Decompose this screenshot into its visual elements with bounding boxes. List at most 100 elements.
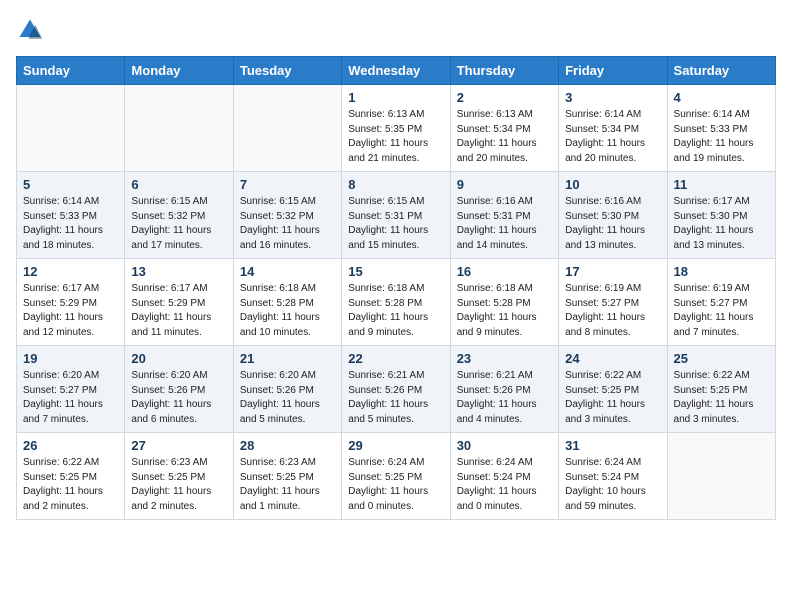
day-number: 28 xyxy=(240,438,335,453)
day-info: Sunrise: 6:16 AMSunset: 5:31 PMDaylight:… xyxy=(457,195,552,253)
day-info: Sunrise: 6:13 AMSunset: 5:34 PMDaylight:… xyxy=(457,108,552,166)
day-number: 19 xyxy=(23,351,118,366)
day-info: Sunrise: 6:24 AMSunset: 5:24 PMDaylight:… xyxy=(565,456,660,514)
day-cell: 9 Sunrise: 6:16 AMSunset: 5:31 PMDaylight… xyxy=(450,172,558,259)
day-cell: 27Sunrise: 6:23 AMSunset: 5:25 PMDayligh… xyxy=(125,433,233,520)
day-info: Sunrise: 6:14 AMSunset: 5:33 PMDaylight:… xyxy=(23,195,118,253)
day-info: Sunrise: 6:23 AMSunset: 5:25 PMDaylight:… xyxy=(131,456,226,514)
day-info: Sunrise: 6:20 AMSunset: 5:26 PMDaylight:… xyxy=(131,369,226,427)
day-info: Sunrise: 6:15 AMSunset: 5:32 PMDaylight:… xyxy=(240,195,335,253)
day-cell: 17Sunrise: 6:19 AMSunset: 5:27 PMDayligh… xyxy=(559,259,667,346)
day-info: Sunrise: 6:16 AMSunset: 5:30 PMDaylight:… xyxy=(565,195,660,253)
day-number: 14 xyxy=(240,264,335,279)
logo-icon xyxy=(16,16,44,44)
day-cell xyxy=(17,85,125,172)
day-info: Sunrise: 6:18 AMSunset: 5:28 PMDaylight:… xyxy=(457,282,552,340)
day-cell: 8 Sunrise: 6:15 AMSunset: 5:31 PMDaylight… xyxy=(342,172,450,259)
day-cell: 6 Sunrise: 6:15 AMSunset: 5:32 PMDaylight… xyxy=(125,172,233,259)
day-cell: 4 Sunrise: 6:14 AMSunset: 5:33 PMDaylight… xyxy=(667,85,775,172)
day-info: Sunrise: 6:15 AMSunset: 5:32 PMDaylight:… xyxy=(131,195,226,253)
day-cell: 12Sunrise: 6:17 AMSunset: 5:29 PMDayligh… xyxy=(17,259,125,346)
day-info: Sunrise: 6:14 AMSunset: 5:33 PMDaylight:… xyxy=(674,108,769,166)
day-info: Sunrise: 6:21 AMSunset: 5:26 PMDaylight:… xyxy=(457,369,552,427)
day-cell: 3Sunrise: 6:14 AMSunset: 5:34 PMDaylight… xyxy=(559,85,667,172)
day-number: 23 xyxy=(457,351,552,366)
day-number: 1 xyxy=(348,90,443,105)
day-number: 26 xyxy=(23,438,118,453)
day-number: 9 xyxy=(457,177,552,192)
day-info: Sunrise: 6:21 AMSunset: 5:26 PMDaylight:… xyxy=(348,369,443,427)
day-cell: 26 Sunrise: 6:22 AMSunset: 5:25 PMDayligh… xyxy=(17,433,125,520)
week-row-4: 19 Sunrise: 6:20 AMSunset: 5:27 PMDayligh… xyxy=(17,346,776,433)
day-number: 16 xyxy=(457,264,552,279)
day-info: Sunrise: 6:20 AMSunset: 5:27 PMDaylight:… xyxy=(23,369,118,427)
weekday-header-wednesday: Wednesday xyxy=(342,57,450,85)
day-number: 7 xyxy=(240,177,335,192)
day-number: 2 xyxy=(457,90,552,105)
day-cell xyxy=(233,85,341,172)
day-number: 18 xyxy=(674,264,769,279)
day-cell: 2 Sunrise: 6:13 AMSunset: 5:34 PMDaylight… xyxy=(450,85,558,172)
day-cell: 16 Sunrise: 6:18 AMSunset: 5:28 PMDayligh… xyxy=(450,259,558,346)
day-cell: 23 Sunrise: 6:21 AMSunset: 5:26 PMDayligh… xyxy=(450,346,558,433)
day-cell: 7 Sunrise: 6:15 AMSunset: 5:32 PMDaylight… xyxy=(233,172,341,259)
day-cell: 15Sunrise: 6:18 AMSunset: 5:28 PMDayligh… xyxy=(342,259,450,346)
day-cell: 1Sunrise: 6:13 AMSunset: 5:35 PMDaylight… xyxy=(342,85,450,172)
day-cell: 22 Sunrise: 6:21 AMSunset: 5:26 PMDayligh… xyxy=(342,346,450,433)
weekday-header-friday: Friday xyxy=(559,57,667,85)
day-cell: 25Sunrise: 6:22 AMSunset: 5:25 PMDayligh… xyxy=(667,346,775,433)
logo xyxy=(16,16,48,44)
day-cell: 24 Sunrise: 6:22 AMSunset: 5:25 PMDayligh… xyxy=(559,346,667,433)
day-number: 29 xyxy=(348,438,443,453)
day-info: Sunrise: 6:22 AMSunset: 5:25 PMDaylight:… xyxy=(23,456,118,514)
page-header xyxy=(16,16,776,44)
day-info: Sunrise: 6:19 AMSunset: 5:27 PMDaylight:… xyxy=(674,282,769,340)
day-number: 3 xyxy=(565,90,660,105)
weekday-header-monday: Monday xyxy=(125,57,233,85)
day-info: Sunrise: 6:18 AMSunset: 5:28 PMDaylight:… xyxy=(348,282,443,340)
day-info: Sunrise: 6:15 AMSunset: 5:31 PMDaylight:… xyxy=(348,195,443,253)
day-number: 11 xyxy=(674,177,769,192)
day-info: Sunrise: 6:19 AMSunset: 5:27 PMDaylight:… xyxy=(565,282,660,340)
day-number: 10 xyxy=(565,177,660,192)
weekday-header-tuesday: Tuesday xyxy=(233,57,341,85)
day-cell: 21Sunrise: 6:20 AMSunset: 5:26 PMDayligh… xyxy=(233,346,341,433)
day-info: Sunrise: 6:23 AMSunset: 5:25 PMDaylight:… xyxy=(240,456,335,514)
day-number: 20 xyxy=(131,351,226,366)
week-row-5: 26 Sunrise: 6:22 AMSunset: 5:25 PMDayligh… xyxy=(17,433,776,520)
day-cell: 5 Sunrise: 6:14 AMSunset: 5:33 PMDaylight… xyxy=(17,172,125,259)
day-number: 25 xyxy=(674,351,769,366)
weekday-header-row: SundayMondayTuesdayWednesdayThursdayFrid… xyxy=(17,57,776,85)
weekday-header-saturday: Saturday xyxy=(667,57,775,85)
day-cell: 31 Sunrise: 6:24 AMSunset: 5:24 PMDayligh… xyxy=(559,433,667,520)
day-number: 31 xyxy=(565,438,660,453)
day-cell: 14 Sunrise: 6:18 AMSunset: 5:28 PMDayligh… xyxy=(233,259,341,346)
day-info: Sunrise: 6:22 AMSunset: 5:25 PMDaylight:… xyxy=(565,369,660,427)
day-cell: 19 Sunrise: 6:20 AMSunset: 5:27 PMDayligh… xyxy=(17,346,125,433)
day-number: 30 xyxy=(457,438,552,453)
day-cell: 11 Sunrise: 6:17 AMSunset: 5:30 PMDayligh… xyxy=(667,172,775,259)
day-number: 5 xyxy=(23,177,118,192)
day-info: Sunrise: 6:24 AMSunset: 5:24 PMDaylight:… xyxy=(457,456,552,514)
day-cell: 13Sunrise: 6:17 AMSunset: 5:29 PMDayligh… xyxy=(125,259,233,346)
day-cell xyxy=(125,85,233,172)
day-number: 8 xyxy=(348,177,443,192)
day-cell: 28 Sunrise: 6:23 AMSunset: 5:25 PMDayligh… xyxy=(233,433,341,520)
day-cell: 10 Sunrise: 6:16 AMSunset: 5:30 PMDayligh… xyxy=(559,172,667,259)
day-info: Sunrise: 6:18 AMSunset: 5:28 PMDaylight:… xyxy=(240,282,335,340)
day-number: 24 xyxy=(565,351,660,366)
calendar-table: SundayMondayTuesdayWednesdayThursdayFrid… xyxy=(16,56,776,520)
day-info: Sunrise: 6:17 AMSunset: 5:30 PMDaylight:… xyxy=(674,195,769,253)
week-row-3: 12Sunrise: 6:17 AMSunset: 5:29 PMDayligh… xyxy=(17,259,776,346)
day-number: 4 xyxy=(674,90,769,105)
week-row-2: 5 Sunrise: 6:14 AMSunset: 5:33 PMDaylight… xyxy=(17,172,776,259)
day-number: 22 xyxy=(348,351,443,366)
day-cell: 20 Sunrise: 6:20 AMSunset: 5:26 PMDayligh… xyxy=(125,346,233,433)
day-info: Sunrise: 6:24 AMSunset: 5:25 PMDaylight:… xyxy=(348,456,443,514)
day-number: 6 xyxy=(131,177,226,192)
day-cell: 18 Sunrise: 6:19 AMSunset: 5:27 PMDayligh… xyxy=(667,259,775,346)
week-row-1: 1Sunrise: 6:13 AMSunset: 5:35 PMDaylight… xyxy=(17,85,776,172)
day-cell xyxy=(667,433,775,520)
day-info: Sunrise: 6:20 AMSunset: 5:26 PMDaylight:… xyxy=(240,369,335,427)
day-info: Sunrise: 6:17 AMSunset: 5:29 PMDaylight:… xyxy=(131,282,226,340)
